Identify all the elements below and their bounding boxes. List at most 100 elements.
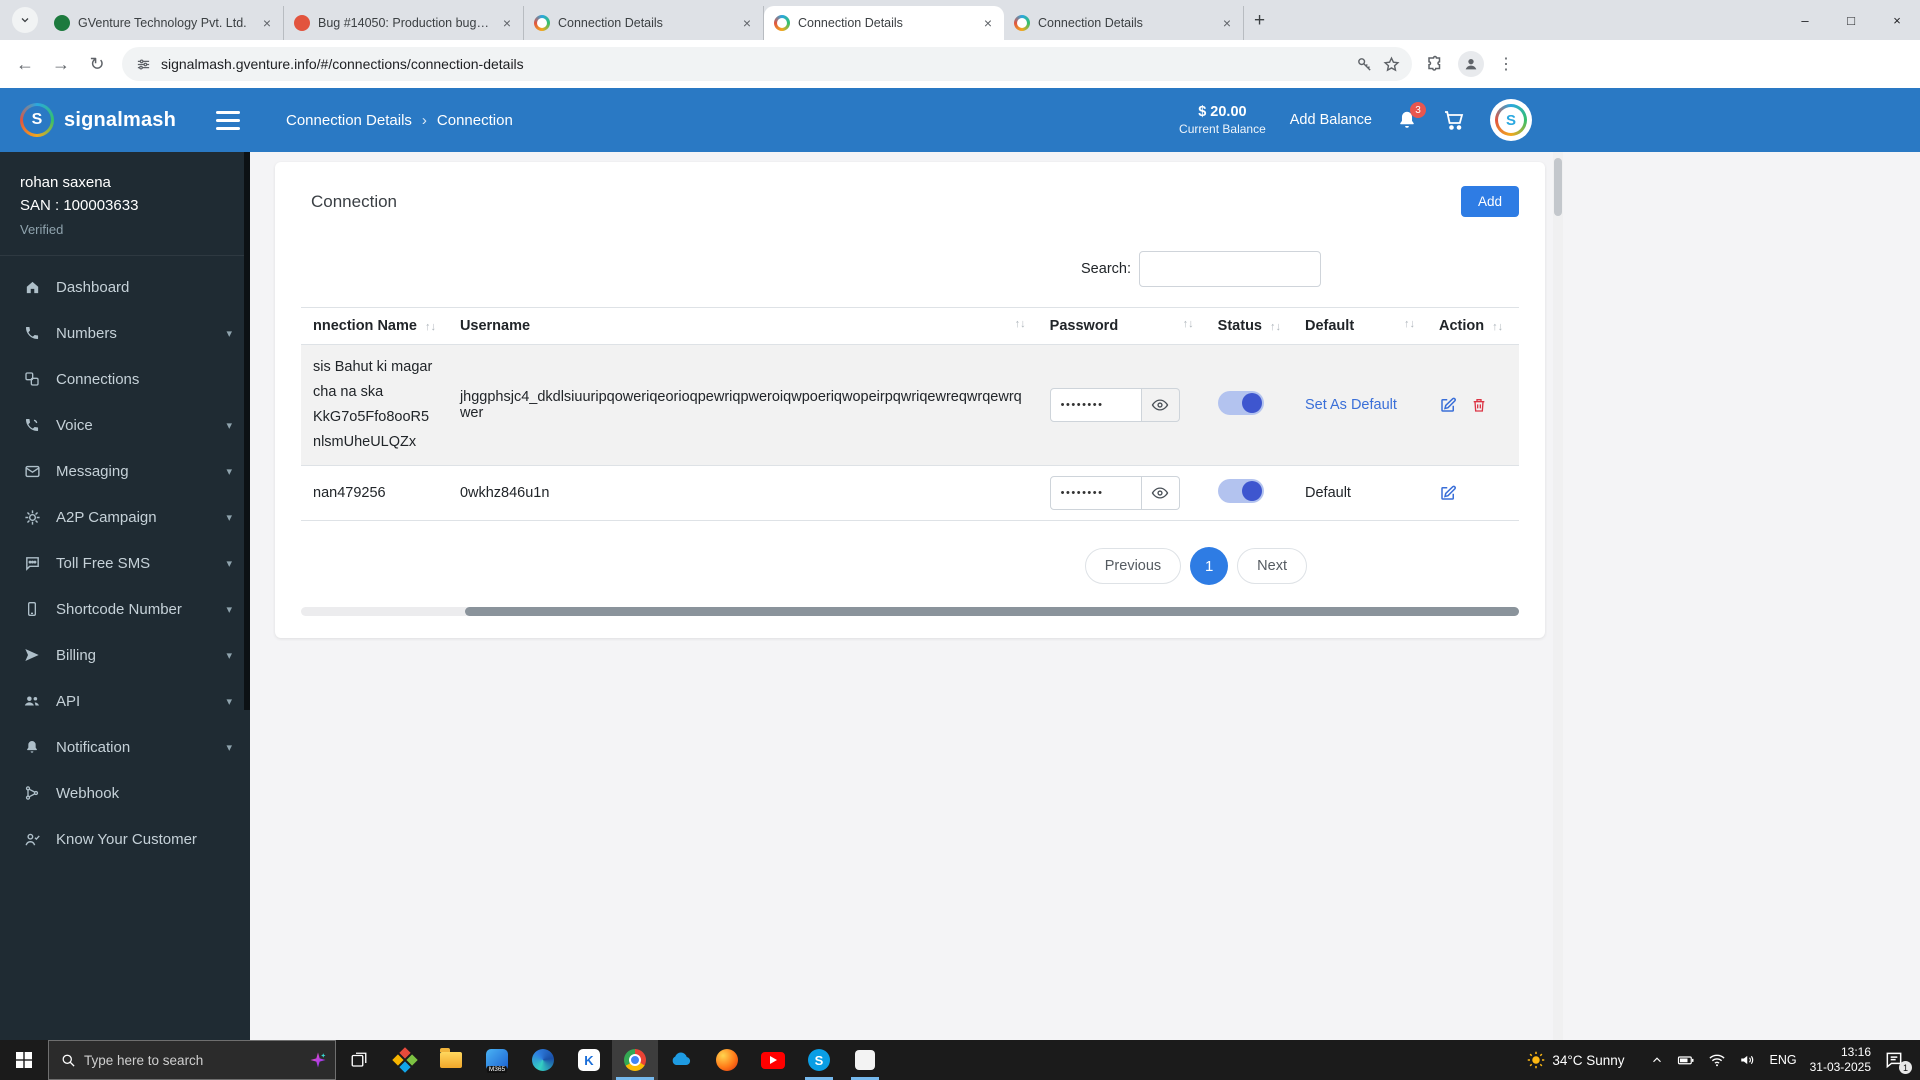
browser-menu-icon[interactable]: ⋮ bbox=[1498, 54, 1514, 74]
sidebar-item-know-your-customer[interactable]: Know Your Customer bbox=[0, 816, 250, 862]
status-toggle[interactable] bbox=[1217, 391, 1264, 415]
page-vertical-scrollbar[interactable] bbox=[1553, 152, 1563, 1040]
sidebar-item-messaging[interactable]: Messaging ▾ bbox=[0, 448, 250, 494]
browser-tab-active[interactable]: Connection Details × bbox=[764, 6, 1004, 40]
sidebar-item-dashboard[interactable]: Dashboard bbox=[0, 264, 250, 310]
search-label: Search: bbox=[1081, 261, 1131, 277]
tab-close-icon[interactable]: × bbox=[980, 15, 996, 31]
notifications-bell-icon[interactable]: 3 bbox=[1396, 102, 1426, 131]
action-center-button[interactable]: 1 bbox=[1884, 1050, 1912, 1074]
horizontal-scroll-thumb[interactable] bbox=[465, 607, 1519, 616]
password-key-icon[interactable] bbox=[1356, 56, 1373, 73]
column-header-action[interactable]: Action ↑↓ bbox=[1427, 307, 1519, 345]
sidebar-item-billing[interactable]: Billing ▾ bbox=[0, 632, 250, 678]
weather-widget[interactable]: 34°C Sunny bbox=[1527, 1051, 1625, 1069]
set-as-default-link[interactable]: Set As Default bbox=[1305, 397, 1397, 413]
show-password-eye-icon[interactable] bbox=[1141, 476, 1180, 510]
clock[interactable]: 13:16 31-03-2025 bbox=[1810, 1045, 1871, 1075]
app-colorful-suite[interactable] bbox=[382, 1040, 428, 1080]
sidebar: rohan saxena SAN : 100003633 Verified Da… bbox=[0, 152, 250, 1040]
reload-button[interactable]: ↻ bbox=[86, 54, 108, 75]
sidebar-item-a2p-campaign[interactable]: A2P Campaign ▾ bbox=[0, 494, 250, 540]
sidebar-item-connections[interactable]: Connections bbox=[0, 356, 250, 402]
column-header-username[interactable]: Username ↑↓ bbox=[447, 307, 1038, 345]
battery-icon[interactable] bbox=[1677, 1051, 1695, 1069]
search-input[interactable] bbox=[1139, 251, 1321, 287]
forward-button[interactable]: → bbox=[50, 54, 72, 75]
sidebar-item-numbers[interactable]: Numbers ▾ bbox=[0, 310, 250, 356]
chrome-icon bbox=[624, 1049, 646, 1071]
edit-button[interactable] bbox=[1439, 396, 1457, 414]
k-app-button[interactable]: K bbox=[566, 1040, 612, 1080]
edge-browser-button[interactable] bbox=[520, 1040, 566, 1080]
copilot-icon[interactable] bbox=[309, 1051, 327, 1069]
pagination-page-1[interactable]: 1 bbox=[1190, 547, 1229, 585]
whiteboard-button[interactable] bbox=[842, 1040, 888, 1080]
tab-close-icon[interactable]: × bbox=[739, 15, 755, 31]
site-settings-icon[interactable] bbox=[136, 57, 151, 72]
window-maximize-button[interactable]: □ bbox=[1828, 0, 1874, 40]
brand[interactable]: S signalmash bbox=[0, 103, 212, 137]
chrome-browser-button[interactable] bbox=[612, 1040, 658, 1080]
skype-button[interactable]: S bbox=[796, 1040, 842, 1080]
window-close-button[interactable]: × bbox=[1874, 0, 1920, 40]
bookmark-star-icon[interactable] bbox=[1383, 55, 1400, 73]
firefox-browser-button[interactable] bbox=[704, 1040, 750, 1080]
pagination-previous-button[interactable]: Previous bbox=[1084, 548, 1182, 584]
person-icon bbox=[1465, 59, 1477, 70]
taskbar-search-input[interactable] bbox=[84, 1052, 301, 1068]
back-button[interactable]: ← bbox=[14, 54, 36, 75]
table-horizontal-scrollbar[interactable] bbox=[301, 607, 1519, 616]
sidebar-item-shortcode-number[interactable]: Shortcode Number ▾ bbox=[0, 586, 250, 632]
status-toggle[interactable] bbox=[1217, 479, 1264, 503]
youtube-button[interactable] bbox=[750, 1040, 796, 1080]
network-wifi-icon[interactable] bbox=[1708, 1051, 1726, 1069]
m365-app-button[interactable]: M365 bbox=[474, 1040, 520, 1080]
pagination-next-button[interactable]: Next bbox=[1237, 548, 1307, 584]
language-indicator[interactable]: ENG bbox=[1770, 1053, 1797, 1067]
browser-tab[interactable]: GVenture Technology Pvt. Ltd. × bbox=[44, 6, 284, 40]
time: 13:16 bbox=[1840, 1045, 1871, 1059]
task-view-button[interactable] bbox=[336, 1040, 382, 1080]
sidebar-item-webhook[interactable]: Webhook bbox=[0, 770, 250, 816]
sidebar-toggle-hamburger-icon[interactable] bbox=[216, 110, 240, 130]
tab-close-icon[interactable]: × bbox=[259, 15, 275, 31]
password-input[interactable] bbox=[1049, 388, 1142, 422]
vertical-scroll-thumb[interactable] bbox=[1554, 158, 1562, 216]
browser-tab[interactable]: Bug #14050: Production bug: E... × bbox=[284, 6, 524, 40]
username-cell: jhggphsjc4_dkdlsiuuripqoweriqeorioqpewri… bbox=[447, 344, 1038, 466]
sidebar-item-notification[interactable]: Notification ▾ bbox=[0, 724, 250, 770]
new-tab-button[interactable]: + bbox=[1254, 10, 1265, 32]
column-header-password[interactable]: Password ↑↓ bbox=[1037, 307, 1206, 345]
taskbar-search-box[interactable] bbox=[48, 1040, 336, 1080]
column-header-connection-name[interactable]: nnection Name ↑↓ bbox=[301, 307, 448, 345]
breadcrumb-connection-details[interactable]: Connection Details bbox=[286, 112, 412, 129]
cart-icon[interactable] bbox=[1442, 108, 1466, 132]
user-avatar[interactable]: S bbox=[1490, 99, 1532, 141]
volume-icon[interactable] bbox=[1739, 1051, 1757, 1069]
tab-search-button[interactable] bbox=[12, 7, 38, 33]
url-omnibox[interactable]: signalmash.gventure.info/#/connections/c… bbox=[122, 47, 1412, 81]
browser-tab[interactable]: Connection Details × bbox=[1004, 6, 1244, 40]
tab-close-icon[interactable]: × bbox=[499, 15, 515, 31]
window-minimize-button[interactable]: – bbox=[1782, 0, 1828, 40]
edit-button[interactable] bbox=[1439, 484, 1457, 502]
show-password-eye-icon[interactable] bbox=[1141, 388, 1180, 422]
sidebar-item-api[interactable]: API ▾ bbox=[0, 678, 250, 724]
add-button[interactable]: Add bbox=[1460, 186, 1519, 217]
tab-close-icon[interactable]: × bbox=[1219, 15, 1235, 31]
column-header-default[interactable]: Default ↑↓ bbox=[1293, 307, 1427, 345]
password-input[interactable] bbox=[1049, 476, 1142, 510]
extensions-icon[interactable] bbox=[1426, 55, 1444, 73]
start-button[interactable] bbox=[0, 1040, 48, 1080]
sidebar-item-voice[interactable]: Voice ▾ bbox=[0, 402, 250, 448]
onedrive-button[interactable] bbox=[658, 1040, 704, 1080]
column-header-status[interactable]: Status ↑↓ bbox=[1205, 307, 1293, 345]
tray-chevron-up-icon[interactable] bbox=[1650, 1053, 1664, 1067]
sidebar-item-toll-free-sms[interactable]: Toll Free SMS ▾ bbox=[0, 540, 250, 586]
browser-tab[interactable]: Connection Details × bbox=[524, 6, 764, 40]
delete-button[interactable] bbox=[1471, 397, 1487, 413]
browser-profile-avatar[interactable] bbox=[1458, 51, 1484, 77]
file-explorer-button[interactable] bbox=[428, 1040, 474, 1080]
add-balance-link[interactable]: Add Balance bbox=[1290, 112, 1372, 128]
